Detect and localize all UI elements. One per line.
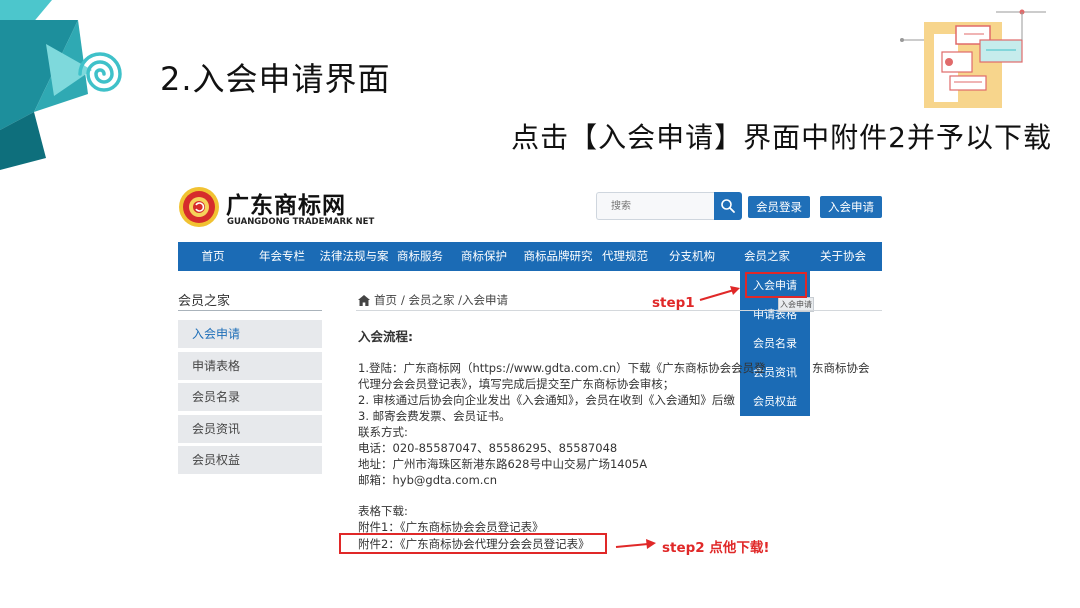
member-login-button[interactable]: 会员登录 — [748, 196, 810, 218]
membership-apply-button[interactable]: 入会申请 — [820, 196, 882, 218]
breadcrumb-path: / 会员之家 /入会申请 — [401, 293, 509, 307]
process-heading: 入会流程: — [358, 329, 413, 344]
sidebar-item-directory[interactable]: 会员名录 — [178, 383, 322, 411]
sidebar-item-news[interactable]: 会员资讯 — [178, 415, 322, 443]
dropdown-item-benefits[interactable]: 会员权益 — [740, 387, 810, 416]
contact-address: 地址：广州市海珠区新港东路628号中山交易广场1405A — [358, 457, 648, 471]
illustration-graphic — [900, 9, 1046, 108]
breadcrumb: 首页 / 会员之家 /入会申请 — [358, 292, 508, 308]
trademark-seal-icon — [179, 187, 219, 227]
nav-laws[interactable]: 法律法规与案 — [316, 242, 392, 271]
nav-trademark-service[interactable]: 商标服务 — [392, 242, 448, 271]
process-step1-line2: 代理分会会员登记表》，填写完成后提交至广东商标协会审核； — [358, 377, 675, 391]
dropdown-item-directory[interactable]: 会员名录 — [740, 329, 810, 358]
slide-subtitle: 点击【入会申请】界面中附件2并予以下载 — [511, 121, 1052, 154]
step1-arrow-icon — [699, 286, 740, 301]
nav-brand-research[interactable]: 商标品牌研究 — [520, 242, 596, 271]
contact-email: 邮箱：hyb@gdta.com.cn — [358, 473, 498, 487]
website-screenshot: 广东商标网 GUANGDONG TRADEMARK NET 会员登录 入会申请 … — [176, 178, 888, 568]
process-step1-line1-tail: 东商标协会 — [812, 361, 870, 375]
nav-member-home[interactable]: 会员之家 — [730, 242, 804, 271]
contact-label: 联系方式: — [358, 425, 408, 439]
nav-trademark-protection[interactable]: 商标保护 — [448, 242, 520, 271]
sidebar-item-benefits[interactable]: 会员权益 — [178, 446, 322, 474]
process-step1-line1: 1.登陆：广东商标网（https://www.gdta.com.cn）下载《广东… — [358, 361, 766, 375]
sidebar-title: 会员之家 — [178, 294, 231, 309]
step2-highlight-box — [339, 533, 607, 554]
contact-phone: 电话：020-85587047、85586295、85587048 — [358, 441, 618, 455]
step1-highlight-box — [745, 272, 807, 298]
nav-agent-standards[interactable]: 代理规范 — [596, 242, 654, 271]
downloads-label: 表格下载: — [358, 504, 408, 518]
nav-about[interactable]: 关于协会 — [804, 242, 882, 271]
main-nav: 首页 年会专栏 法律法规与案 商标服务 商标保护 商标品牌研究 代理规范 分支机… — [178, 242, 882, 271]
nav-branches[interactable]: 分支机构 — [654, 242, 730, 271]
site-name-cn: 广东商标网 — [226, 193, 346, 219]
process-step2: 2. 审核通过后协会向企业发出《入会通知》，会员在收到《入会通知》后缴 — [358, 393, 735, 407]
search-field[interactable] — [596, 192, 716, 220]
sidebar-divider — [178, 310, 322, 311]
corner-decoration-graphic — [0, 0, 122, 170]
search-icon — [721, 199, 735, 213]
step2-arrow-icon — [615, 539, 656, 549]
nav-annual-meeting[interactable]: 年会专栏 — [248, 242, 316, 271]
step1-label: step1 — [652, 295, 695, 311]
step2-label: step2 点他下载! — [662, 540, 770, 556]
process-step3: 3. 邮寄会费发票、会员证书。 — [358, 409, 511, 423]
site-name-en: GUANGDONG TRADEMARK NET — [227, 217, 375, 227]
home-icon — [358, 294, 370, 306]
breadcrumb-home[interactable]: 首页 — [374, 292, 397, 308]
search-input[interactable] — [597, 193, 716, 219]
nav-home[interactable]: 首页 — [178, 242, 248, 271]
breadcrumb-divider — [356, 310, 882, 311]
sidebar-item-forms[interactable]: 申请表格 — [178, 352, 322, 380]
slide-title: 2.入会申请界面 — [160, 60, 391, 98]
sidebar-item-apply[interactable]: 入会申请 — [178, 320, 322, 348]
site-logo[interactable]: 广东商标网 GUANGDONG TRADEMARK NET — [178, 184, 378, 232]
search-button[interactable] — [714, 192, 742, 220]
